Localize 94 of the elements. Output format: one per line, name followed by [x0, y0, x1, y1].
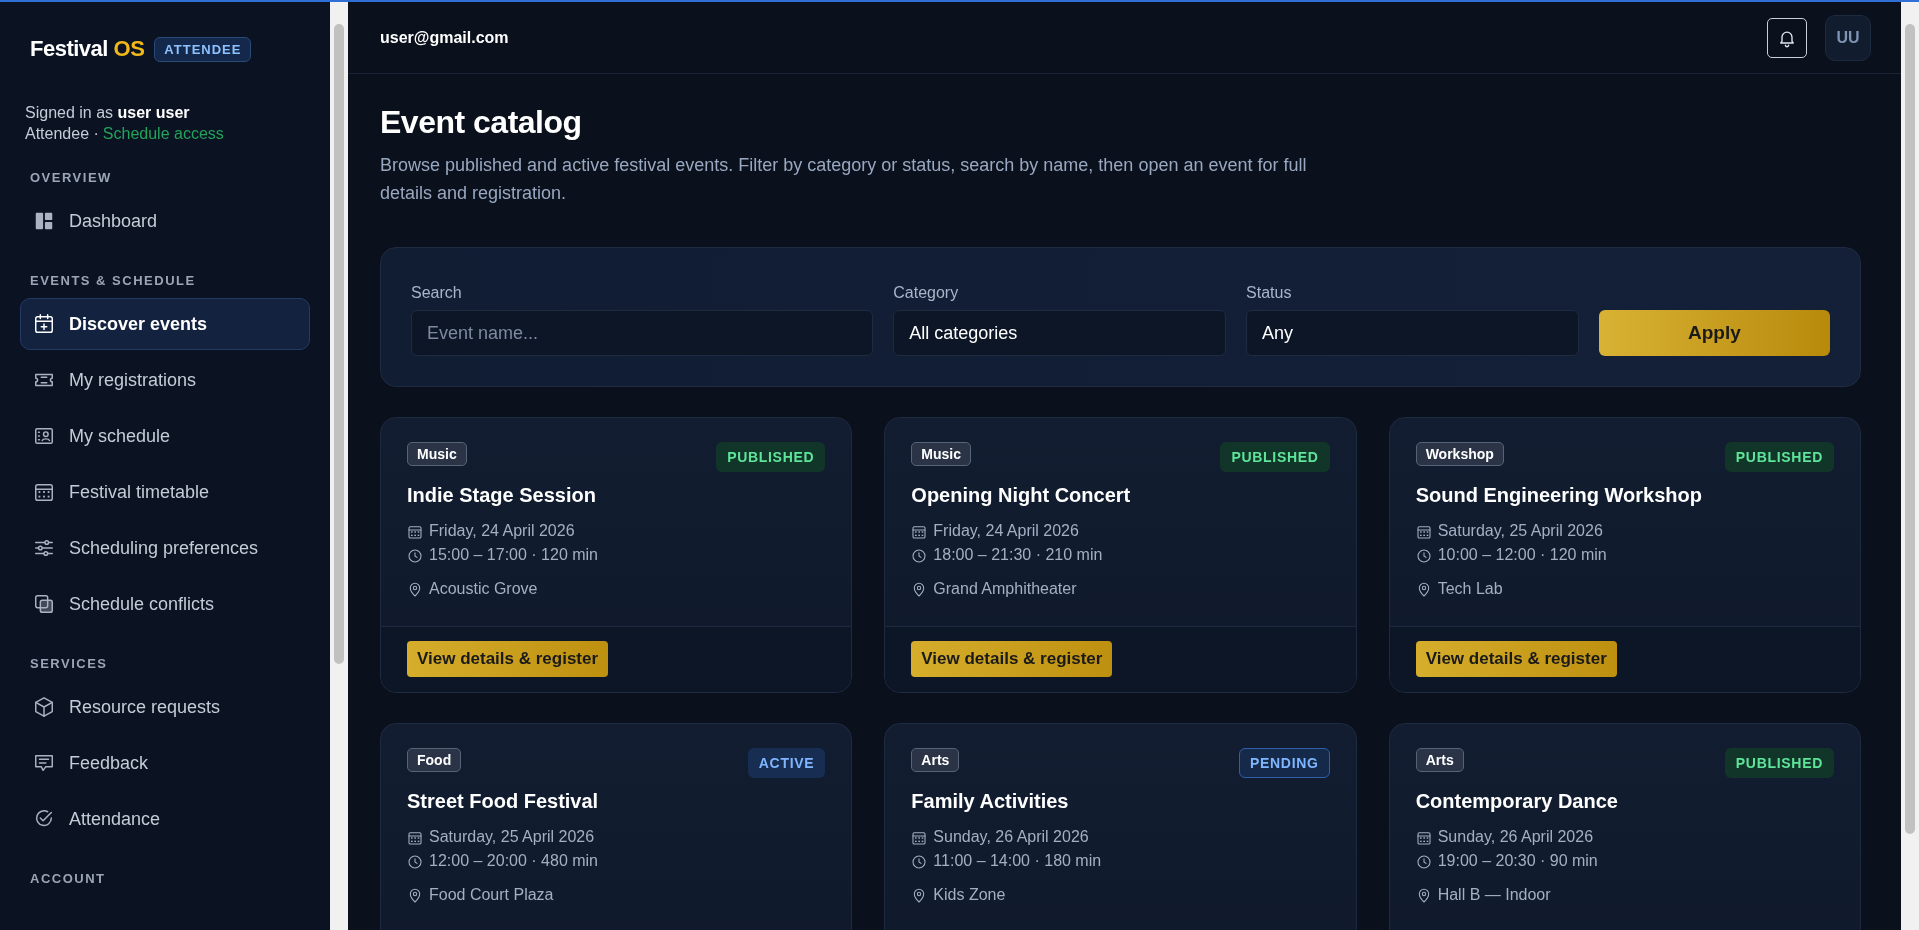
event-time: 19:00 – 20:30 · 90 min — [1437, 851, 1598, 871]
event-date: Saturday, 25 April 2026 — [1437, 521, 1603, 541]
nav-item[interactable]: Feedback — [20, 737, 310, 789]
field-label: Status — [1246, 284, 1293, 302]
user-email: user@gmail.com — [380, 28, 509, 47]
event-date: Friday, 24 April 2026 — [933, 521, 1079, 541]
nav-item[interactable]: My schedule — [20, 410, 310, 462]
event-date: Friday, 24 April 2026 — [429, 521, 575, 541]
event-time: 11:00 – 14:00 · 180 min — [933, 851, 1102, 871]
event-title: Contemporary Dance — [1415, 790, 1619, 813]
scrollbar[interactable] — [1901, 2, 1919, 930]
nav-item[interactable]: Discover events — [20, 298, 310, 350]
nav-item[interactable]: Attendance — [20, 793, 310, 845]
field-label: Search — [411, 284, 463, 302]
category-select[interactable]: All categories — [893, 310, 1227, 356]
nav-item[interactable]: Resource requests — [20, 681, 310, 733]
event-venue: Food Court Plaza — [429, 885, 554, 905]
event-date: Sunday, 26 April 2026 — [1437, 827, 1594, 847]
event-venue: Acoustic Grove — [429, 579, 538, 599]
category-tag: Music — [407, 442, 467, 466]
section-title: ACCOUNT — [30, 871, 107, 886]
search-field[interactable]: Event name... — [411, 310, 874, 356]
clock-icon — [911, 547, 928, 563]
calendar-icon — [911, 523, 928, 539]
event-time: 12:00 – 20:00 · 480 min — [429, 851, 598, 871]
event-venue: Tech Lab — [1437, 579, 1503, 599]
calendar-grid-icon — [33, 481, 55, 503]
calendar-icon — [911, 829, 928, 845]
event-time: 10:00 – 12:00 · 120 min — [1437, 545, 1607, 565]
clock-icon — [407, 853, 423, 869]
event-date: Sunday, 26 April 2026 — [933, 827, 1089, 847]
status-badge: PENDING — [1238, 748, 1330, 778]
section-title: OVERVIEW — [30, 170, 113, 185]
event-time: 18:00 – 21:30 · 210 min — [933, 545, 1103, 565]
calendar-icon — [407, 829, 423, 845]
event-title: Family Activities — [911, 790, 1070, 813]
nav-item[interactable]: Dashboard — [20, 195, 310, 247]
nav-item[interactable]: My registrations — [20, 354, 310, 406]
user-role: Attendee · — [25, 124, 99, 144]
location-pin-icon — [407, 887, 423, 903]
id-card-icon — [33, 425, 55, 447]
calendar-icon — [407, 523, 423, 539]
status-select[interactable]: Any — [1246, 310, 1579, 356]
signed-in-text: Signed in as user user — [25, 103, 191, 123]
brand-logo: Festival OS — [30, 36, 145, 62]
role-badge: ATTENDEE — [154, 36, 252, 62]
calendar-plus-icon — [33, 313, 55, 335]
category-tag: Music — [911, 442, 971, 466]
nav-item[interactable]: Schedule conflicts — [20, 578, 310, 630]
page-description: Browse published and active festival events. Filter by category or status, search by name, then open an event for full details and registration. — [380, 154, 1308, 205]
event-title: Opening Night Concert — [911, 484, 1132, 507]
dashboard-icon — [33, 210, 55, 232]
clock-icon — [1415, 547, 1432, 563]
avatar-button[interactable]: UU — [1825, 14, 1871, 61]
register-button[interactable]: View details & register — [911, 641, 1113, 677]
page-title: Event catalog — [380, 104, 583, 141]
register-button[interactable]: View details & register — [407, 641, 609, 677]
box-icon — [33, 696, 55, 718]
nav-item[interactable]: Scheduling preferences — [20, 522, 310, 574]
clock-icon — [911, 853, 928, 869]
section-title: EVENTS & SCHEDULE — [30, 273, 197, 288]
section-title: SERVICES — [30, 656, 109, 671]
clock-icon — [407, 547, 423, 563]
category-tag: Food — [407, 748, 462, 772]
clock-icon — [1415, 853, 1432, 869]
location-pin-icon — [407, 581, 423, 597]
status-badge: ACTIVE — [747, 748, 826, 778]
scrollbar[interactable] — [330, 2, 348, 930]
sliders-icon — [33, 537, 55, 559]
status-badge: PUBLISHED — [1724, 748, 1834, 778]
notifications-button[interactable] — [1767, 17, 1807, 58]
nav-item[interactable]: Festival timetable — [20, 466, 310, 518]
event-time: 15:00 – 17:00 · 120 min — [429, 545, 598, 565]
event-venue: Hall B — Indoor — [1437, 885, 1551, 905]
event-date: Saturday, 25 April 2026 — [429, 827, 595, 847]
status-badge: PUBLISHED — [1220, 442, 1330, 472]
apply-button[interactable]: Apply — [1598, 310, 1830, 356]
message-icon — [33, 752, 55, 774]
event-title: Street Food Festival — [407, 790, 600, 813]
event-title: Sound Engineering Workshop — [1415, 484, 1703, 507]
calendar-icon — [1415, 523, 1432, 539]
register-button[interactable]: View details & register — [1415, 641, 1617, 677]
event-venue: Kids Zone — [933, 885, 1006, 905]
category-tag: Arts — [911, 748, 960, 772]
overlapping-squares-icon — [33, 593, 55, 615]
category-tag: Arts — [1415, 748, 1464, 772]
event-title: Indie Stage Session — [407, 484, 597, 507]
category-tag: Workshop — [1415, 442, 1504, 466]
access-text: Schedule access — [102, 124, 224, 144]
field-label: Category — [893, 284, 960, 302]
status-badge: PUBLISHED — [716, 442, 826, 472]
status-badge: PUBLISHED — [1724, 442, 1834, 472]
event-venue: Grand Amphitheater — [933, 579, 1077, 599]
calendar-icon — [1415, 829, 1432, 845]
